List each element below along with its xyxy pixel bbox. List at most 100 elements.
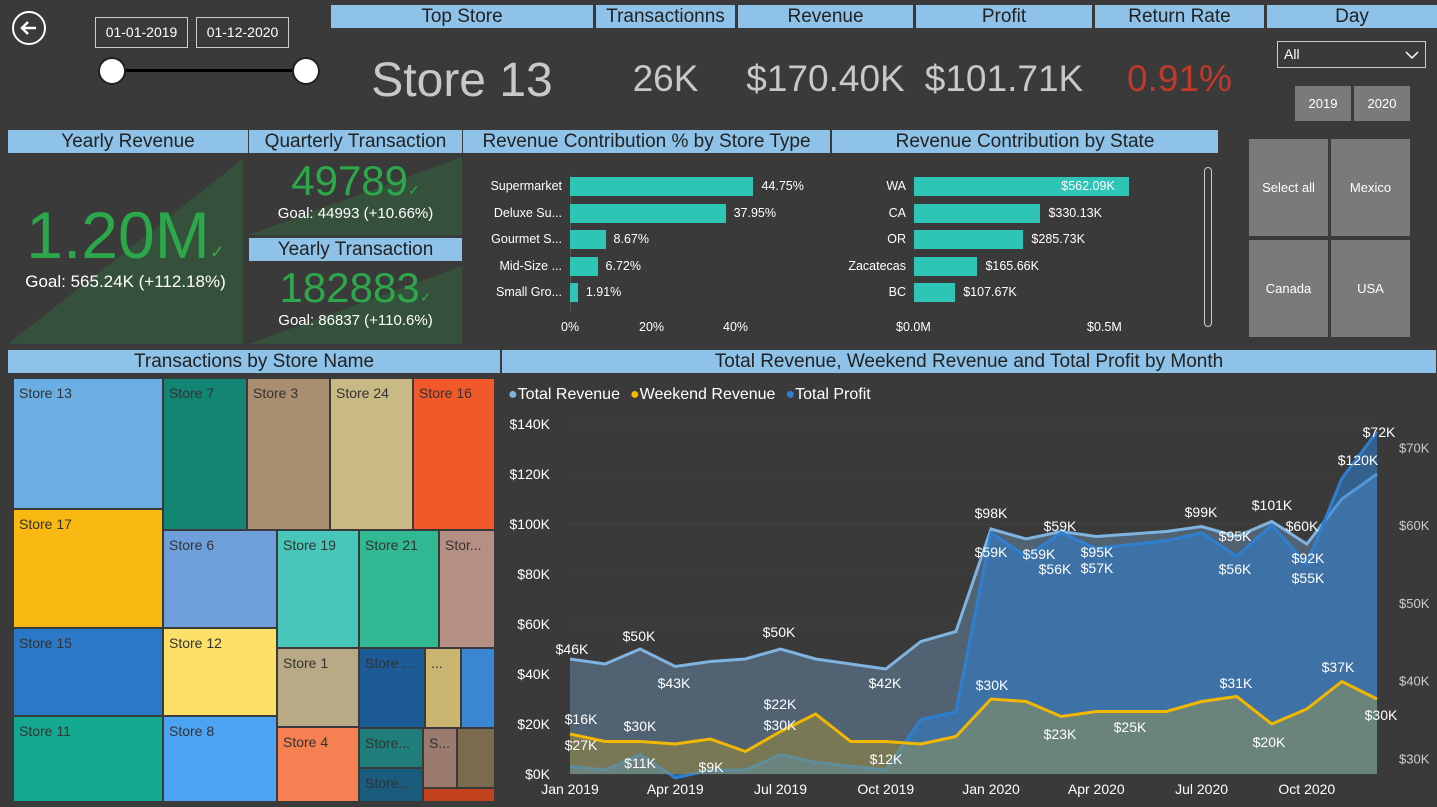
y-tick-label: $60K: [517, 616, 550, 632]
bar-value-label: 6.72%: [605, 258, 641, 273]
data-label: $11K: [624, 755, 656, 771]
end-date-input[interactable]: 01-12-2020: [196, 17, 289, 48]
treemap-store-15[interactable]: Store 15: [13, 628, 163, 716]
scrollbar[interactable]: [1204, 167, 1212, 327]
data-label: $59K: [1023, 546, 1056, 562]
treemap-store-small-c[interactable]: [461, 648, 495, 728]
data-label: $30K: [1365, 707, 1398, 723]
data-label: $43K: [658, 675, 691, 691]
profit-value: $101.71K: [924, 58, 1084, 99]
x-tick-label: Oct 2020: [1278, 781, 1335, 797]
date-slider-start-handle[interactable]: [98, 57, 126, 85]
header-revenue: Revenue: [738, 5, 913, 28]
quarterly-transaction-title: Quarterly Transaction: [249, 130, 462, 153]
bar-value-label: $165.66K: [985, 258, 1039, 273]
tick-label: 20%: [639, 320, 665, 334]
data-label: $92K: [1292, 550, 1325, 566]
treemap-store-7[interactable]: Store 7: [163, 378, 247, 530]
bar[interactable]: [914, 203, 1041, 223]
y-tick-label: $40K: [517, 666, 550, 682]
bar[interactable]: [914, 283, 956, 302]
data-label: $46K: [556, 641, 589, 657]
year-button-2020[interactable]: 2020: [1354, 86, 1410, 121]
treemap-store-24[interactable]: Store 24: [330, 378, 413, 530]
bar[interactable]: [914, 256, 978, 276]
treemap-store-21[interactable]: Store 21: [359, 530, 439, 648]
data-label: $59K: [975, 544, 1008, 560]
bar[interactable]: [570, 203, 726, 223]
data-label: $30K: [976, 677, 1009, 693]
monthly-chart-title: Total Revenue, Weekend Revenue and Total…: [502, 350, 1436, 373]
data-label: $95K: [1081, 544, 1114, 560]
bar-category-label: Zacatecas: [848, 258, 906, 273]
treemap-store-16[interactable]: Store 16: [413, 378, 495, 530]
y2-tick-label: $40K: [1399, 674, 1430, 689]
header-return-rate: Return Rate: [1095, 5, 1264, 28]
chart-canvas: $0K $20K $40K $60K $80K $100K $120K $140K $30K $4…: [510, 416, 1430, 797]
bar-value-label: 37.95%: [733, 205, 776, 220]
treemap-store-small-e[interactable]: S...: [423, 728, 457, 788]
tick-label: 0%: [561, 320, 580, 334]
date-slider-track[interactable]: [112, 69, 306, 72]
treemap-store-stor[interactable]: Stor...: [439, 530, 495, 648]
y2-tick-label: $70K: [1399, 440, 1430, 455]
data-label: $56K: [1219, 561, 1252, 577]
treemap-store-19[interactable]: Store 19: [277, 530, 359, 648]
treemap-store-4[interactable]: Store 4: [277, 727, 359, 802]
date-slider-end-handle[interactable]: [292, 57, 320, 85]
bar[interactable]: [570, 256, 598, 276]
treemap-store-small-a[interactable]: Store ...: [359, 648, 425, 728]
country-tile-usa[interactable]: USA: [1331, 240, 1410, 337]
treemap-store-17[interactable]: Store 17: [13, 509, 163, 628]
transactions-value: 26K: [632, 58, 699, 99]
treemap-store-small-f[interactable]: [457, 728, 495, 788]
country-tile-mexico[interactable]: Mexico: [1331, 139, 1410, 236]
data-label: $16K: [565, 711, 598, 727]
treemap-store-6[interactable]: Store 6: [163, 530, 277, 628]
treemap-store-small-h[interactable]: [423, 788, 495, 802]
country-tile-canada[interactable]: Canada: [1249, 240, 1328, 337]
return-rate-value: 0.91%: [1127, 58, 1232, 99]
treemap-store-small-b[interactable]: ...: [425, 648, 461, 728]
x-tick-label: Jul 2020: [1175, 781, 1228, 797]
y-tick-label: $80K: [517, 566, 550, 582]
treemap-store-small-g[interactable]: Store...: [359, 768, 423, 802]
header-top-store: Top Store: [331, 5, 593, 28]
yearly-revenue-title: Yearly Revenue: [8, 130, 248, 153]
header-profit: Profit: [916, 5, 1092, 28]
bar[interactable]: [570, 177, 754, 196]
y2-tick-label: $60K: [1399, 518, 1430, 533]
bar-category-label: Supermarket: [490, 179, 562, 193]
treemap-store-8[interactable]: Store 8: [163, 716, 277, 802]
treemap-store-small-d[interactable]: Store...: [359, 728, 423, 768]
year-button-2019[interactable]: 2019: [1295, 86, 1351, 121]
bar[interactable]: [570, 283, 578, 302]
x-tick-label: Apr 2019: [647, 781, 704, 797]
bar[interactable]: [570, 230, 606, 249]
treemap-store-11[interactable]: Store 11: [13, 716, 163, 802]
start-date-input[interactable]: 01-01-2019: [95, 17, 188, 48]
bar-value-label: 44.75%: [761, 179, 804, 193]
data-label: $27K: [565, 737, 598, 753]
store-type-chart-title: Revenue Contribution % by Store Type: [463, 130, 830, 153]
data-label: $95K: [1219, 528, 1252, 544]
data-label: $37K: [1322, 659, 1355, 675]
yearly-revenue-value: 1.20M✓: [26, 198, 225, 272]
store-type-chart: Supermarket 44.75% Deluxe Su... 37.95% Gourm…: [463, 153, 830, 343]
data-label: $56K: [1039, 561, 1072, 577]
data-label: $50K: [763, 624, 796, 640]
data-label: $23K: [1044, 726, 1077, 742]
state-chart-title: Revenue Contribution by State: [832, 130, 1218, 153]
data-label: $31K: [1220, 675, 1253, 691]
bar[interactable]: [914, 230, 1024, 249]
day-dropdown-value: All: [1284, 46, 1300, 62]
day-dropdown[interactable]: All: [1277, 41, 1426, 68]
treemap-store-12[interactable]: Store 12: [163, 628, 277, 716]
x-tick-label: Apr 2020: [1068, 781, 1125, 797]
yearly-transaction-title: Yearly Transaction: [249, 238, 462, 261]
treemap-store-13[interactable]: Store 13: [13, 378, 163, 509]
country-tile-select-all[interactable]: Select all: [1249, 139, 1328, 236]
treemap-store-3[interactable]: Store 3: [247, 378, 330, 530]
treemap-store-1[interactable]: Store 1: [277, 648, 359, 727]
back-button[interactable]: [12, 11, 46, 45]
